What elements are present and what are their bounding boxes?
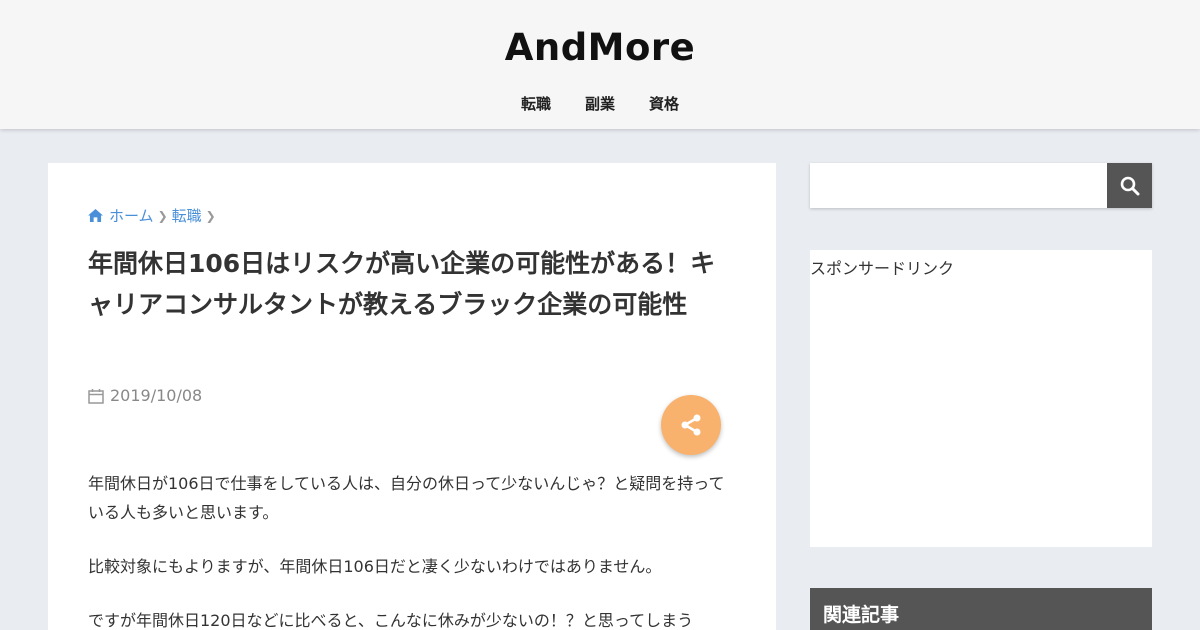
article-paragraph: 比較対象にもよりますが、年間休日106日だと凄く少ないわけではありません。 bbox=[88, 557, 662, 576]
article-paragraph: ですが年間休日120日などに比べると、こんなに休みが少ないの！？と思ってしまう bbox=[88, 611, 694, 630]
share-button[interactable] bbox=[661, 395, 721, 455]
sponsor-label: スポンサードリンク bbox=[810, 259, 955, 278]
related-articles-title: 関連記事 bbox=[823, 604, 900, 626]
site-header: AndMore 転職 副業 資格 bbox=[0, 0, 1200, 129]
site-logo[interactable]: AndMore bbox=[0, 26, 1200, 69]
search-button[interactable] bbox=[1107, 163, 1152, 208]
article-card: ホーム ❯ 転職 ❯ 年間休日106日はリスクが高い企業の可能性がある！キャリア… bbox=[48, 163, 776, 630]
global-nav: 転職 副業 資格 bbox=[0, 93, 1200, 114]
sponsor-widget: スポンサードリンク bbox=[810, 250, 1152, 547]
chevron-right-icon: ❯ bbox=[205, 208, 216, 223]
search-input[interactable] bbox=[810, 163, 1107, 208]
chevron-right-icon: ❯ bbox=[157, 208, 168, 223]
post-date-text: 2019/10/08 bbox=[110, 386, 203, 405]
article-paragraph: 年間休日が106日で仕事をしている人は、自分の休日って少ないんじゃ？と疑問を持っ… bbox=[88, 474, 725, 522]
nav-item-qualification[interactable]: 資格 bbox=[632, 93, 696, 114]
breadcrumb-home-link[interactable]: ホーム bbox=[109, 205, 154, 226]
search-form bbox=[810, 163, 1152, 208]
nav-item-career[interactable]: 転職 bbox=[504, 93, 568, 114]
nav-item-side-job[interactable]: 副業 bbox=[568, 93, 632, 114]
article-title: 年間休日106日はリスクが高い企業の可能性がある！キャリアコンサルタントが教える… bbox=[88, 249, 716, 319]
related-articles-widget: 関連記事 bbox=[810, 588, 1152, 630]
search-icon bbox=[1120, 176, 1139, 195]
calendar-icon bbox=[88, 388, 104, 404]
share-icon bbox=[681, 414, 701, 436]
breadcrumb: ホーム ❯ 転職 ❯ bbox=[88, 205, 220, 226]
home-icon bbox=[88, 209, 103, 222]
article-body: 年間休日が106日で仕事をしている人は、自分の休日って少ないんじゃ？と疑問を持っ… bbox=[88, 469, 736, 630]
breadcrumb-category-link[interactable]: 転職 bbox=[172, 205, 202, 226]
post-date: 2019/10/08 bbox=[88, 386, 202, 405]
